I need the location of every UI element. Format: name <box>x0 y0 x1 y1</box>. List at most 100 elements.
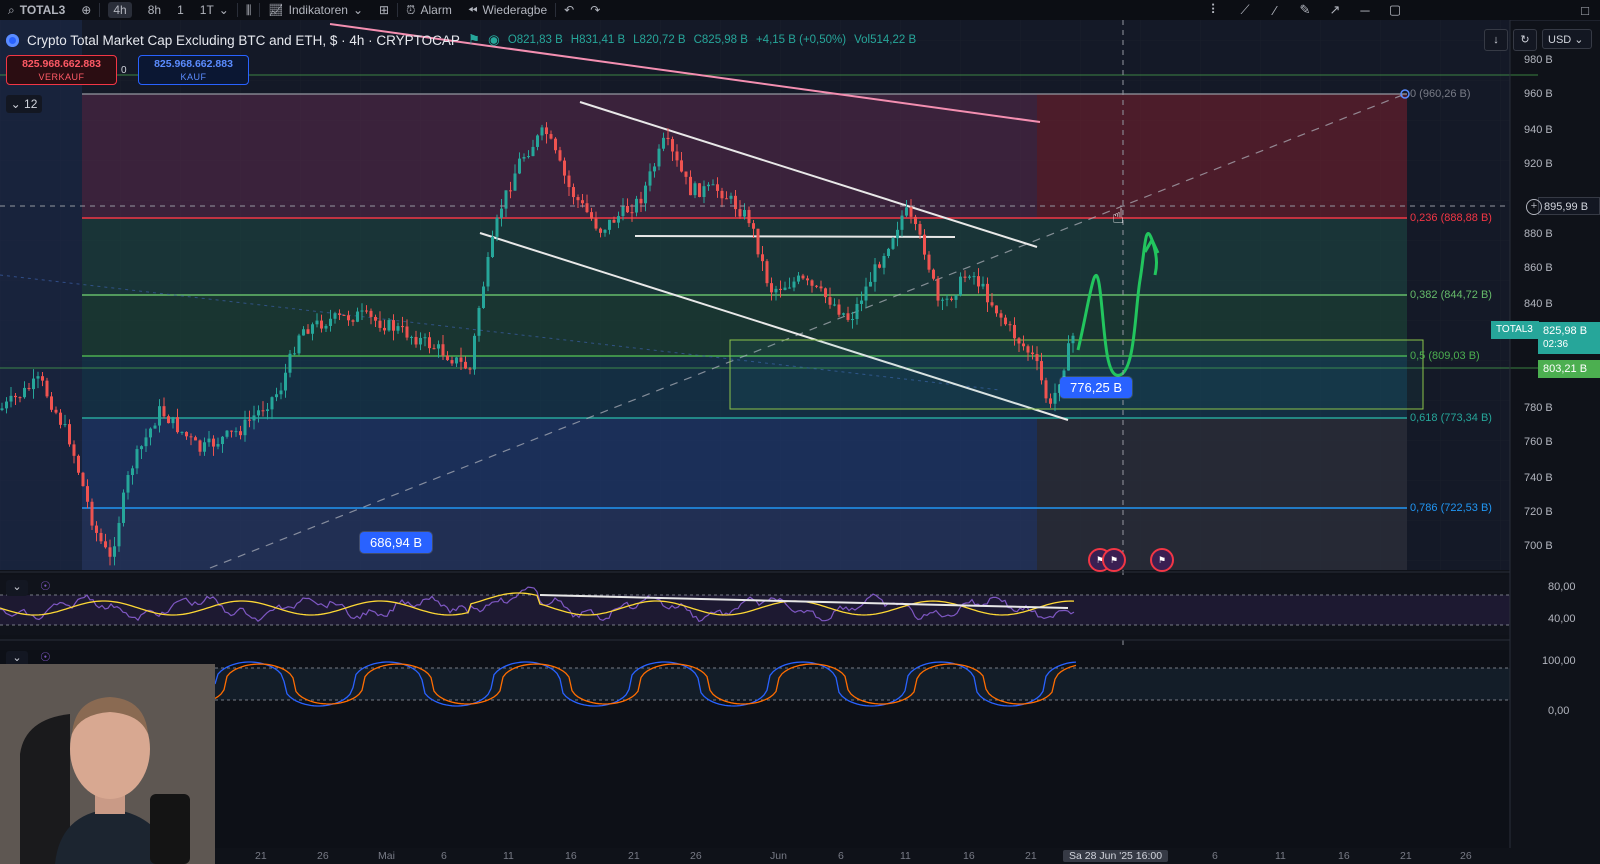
candle-body <box>702 186 706 197</box>
us-event-flag-icon[interactable]: ⚑ <box>1150 548 1174 572</box>
candle-body <box>837 304 841 315</box>
fib-zone-0236-0382 <box>82 218 1407 295</box>
buy-button[interactable]: 825.968.662.883 KAUF <box>138 55 249 85</box>
candle-body <box>122 492 125 523</box>
candle-body <box>743 209 746 217</box>
webcam-video <box>0 664 215 864</box>
candle-body <box>1044 380 1048 399</box>
ohlc-high: H831,41 B <box>570 34 626 46</box>
candle-body <box>513 173 517 191</box>
current-price-callout[interactable]: 776,25 B <box>1060 377 1133 398</box>
candle-body <box>684 171 688 177</box>
candle-body <box>725 198 728 200</box>
candle-body <box>473 335 476 370</box>
fib-label-0236: 0,236 (888,88 B) <box>1410 212 1492 224</box>
candle-body <box>585 203 589 213</box>
candle-body <box>252 415 256 421</box>
rsi-pane-collapse-button[interactable]: ⌄ <box>6 580 28 596</box>
price-tick: 940 B <box>1524 124 1553 136</box>
stoch-axis-label: 100,00 <box>1542 655 1576 667</box>
support-zone-box[interactable] <box>729 339 1424 410</box>
symbol-price-tag: TOTAL3 <box>1491 321 1539 339</box>
candle-body <box>212 438 215 447</box>
price-tick: 840 B <box>1524 298 1553 310</box>
download-button[interactable]: ↓ <box>1484 29 1508 51</box>
symbol-title[interactable]: Crypto Total Market Cap Excluding BTC an… <box>27 33 460 48</box>
time-tick: 26 <box>690 850 702 862</box>
candle-body <box>864 286 868 301</box>
price-tick: 960 B <box>1524 88 1553 100</box>
sell-button[interactable]: 825.968.662.883 VERKAUF <box>6 55 117 85</box>
candle-body <box>558 150 562 161</box>
add-alert-plus-icon[interactable]: + <box>1526 199 1542 215</box>
candle-body <box>198 440 202 452</box>
fib-label-0786: 0,786 (722,53 B) <box>1410 502 1492 514</box>
candle-body <box>756 228 760 255</box>
candle-body <box>626 205 629 213</box>
level-price-tag: 803,21 B <box>1538 360 1600 378</box>
time-tick: 6 <box>838 850 844 862</box>
stoch-band <box>215 668 1510 700</box>
low-price-callout[interactable]: 686,94 B <box>360 532 433 553</box>
fib-zone-0618-0786 <box>82 418 1037 508</box>
flag-icon[interactable]: ⚑ <box>468 32 480 48</box>
ohlc-change: +4,15 B (+0,50%) <box>755 34 847 46</box>
time-axis[interactable]: 21 26 Mai 6 11 16 21 26 Jun 6 11 16 21 S… <box>215 848 1600 864</box>
candle-body <box>977 276 980 287</box>
microphone <box>150 794 190 864</box>
candle-body <box>216 444 220 447</box>
candle-body <box>711 184 715 186</box>
candle-body <box>1013 324 1016 339</box>
candle-body <box>374 316 377 321</box>
candle-body <box>734 195 737 210</box>
sell-price: 825.968.662.883 <box>22 58 101 70</box>
current-price-tag: 825,98 B 02:36 <box>1538 322 1600 354</box>
candle-body <box>680 160 683 172</box>
candle-body <box>162 406 166 417</box>
chevron-down-icon: ⌄ <box>10 97 21 111</box>
candle-body <box>1040 361 1043 381</box>
buy-price: 825.968.662.883 <box>154 58 233 70</box>
candle-body <box>869 281 872 287</box>
crosshair-price-tag: 895,99 B <box>1538 197 1600 215</box>
candle-body <box>603 229 607 233</box>
chart-canvas[interactable] <box>0 0 1600 864</box>
candle-body <box>486 257 490 287</box>
candle-body <box>113 546 116 557</box>
horizontal-white-line[interactable] <box>634 235 956 238</box>
candle-body <box>635 198 638 213</box>
candle-body <box>945 298 949 300</box>
candle-body <box>414 336 418 345</box>
time-tick: 16 <box>565 850 577 862</box>
price-tick: 860 B <box>1524 262 1553 274</box>
time-tick: 26 <box>317 850 329 862</box>
candle-body <box>545 127 548 135</box>
download-icon: ↓ <box>1493 34 1499 46</box>
candle-body <box>333 313 337 319</box>
candle-body <box>1049 398 1052 404</box>
us-event-flag-icon[interactable]: ⚑ <box>1102 548 1126 572</box>
collapse-indicators-button[interactable]: ⌄ 12 <box>6 95 42 113</box>
candle-body <box>365 310 368 312</box>
candle-body <box>716 184 719 191</box>
current-price: 825,98 B <box>1543 325 1588 337</box>
candle-body <box>329 318 332 326</box>
time-tick: Jun <box>770 850 787 862</box>
candle-body <box>954 295 958 300</box>
candle-body <box>806 278 809 281</box>
candle-body <box>77 455 80 473</box>
candle-body <box>410 336 413 338</box>
candle-body <box>446 355 449 361</box>
candle-body <box>765 261 769 284</box>
candle-body <box>257 410 260 416</box>
ohlc-close: C825,98 B <box>693 34 748 46</box>
candle-body <box>293 353 296 355</box>
candle-body <box>968 276 971 278</box>
candle-body <box>1004 317 1007 325</box>
candle-body <box>455 357 458 364</box>
candle-body <box>68 424 71 445</box>
candle-body <box>315 320 319 325</box>
candle-body <box>302 329 305 336</box>
price-axis[interactable]: 980 B 960 B 940 B 920 B 880 B 860 B 840 … <box>1508 40 1600 580</box>
candle-body <box>81 472 85 487</box>
